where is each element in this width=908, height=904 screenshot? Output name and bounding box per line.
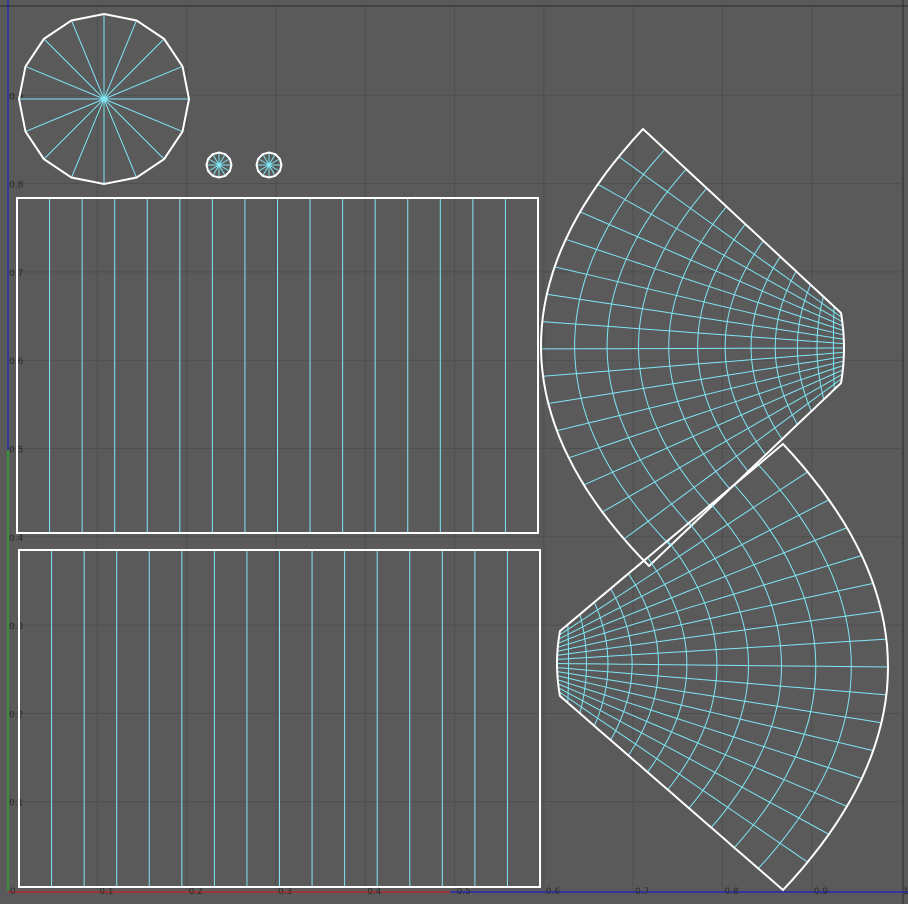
u-tick-label: 0.9	[814, 887, 829, 897]
u-tick-label: 0.3	[278, 887, 292, 897]
u-tick-label: 0.1	[99, 887, 113, 897]
u-tick-label: 1	[903, 887, 908, 897]
u-tick-label: 0.6	[546, 887, 561, 897]
v-tick-label: 0.2	[9, 710, 23, 720]
cap-disc-small-2[interactable]	[255, 151, 283, 179]
v-tick-label: 0.3	[9, 622, 23, 632]
u-tick-label: 0.4	[367, 887, 382, 897]
v-tick-label: 0.4	[9, 534, 24, 544]
cap-disc-small-1[interactable]	[205, 151, 233, 179]
u-tick-label: 0	[10, 887, 16, 897]
u-tick-label: 0.7	[635, 887, 649, 897]
u-tick-label: 0.2	[189, 887, 203, 897]
cap-disc-large[interactable]	[17, 12, 191, 186]
u-tick-label: 0.8	[724, 887, 739, 897]
v-tick-label: 0.1	[9, 799, 23, 809]
u-tick-label: 0.5	[457, 887, 471, 897]
v-tick-label: 0.8	[9, 181, 24, 191]
uv-texture-editor-viewport[interactable]: 0 0.1 0.2 0.3 0.4 0.5 0.6 0.7 0.8 0.9 1 0.1 0.2 0.3 0.…	[0, 0, 908, 904]
v-tick-label: 0.9	[9, 92, 24, 102]
